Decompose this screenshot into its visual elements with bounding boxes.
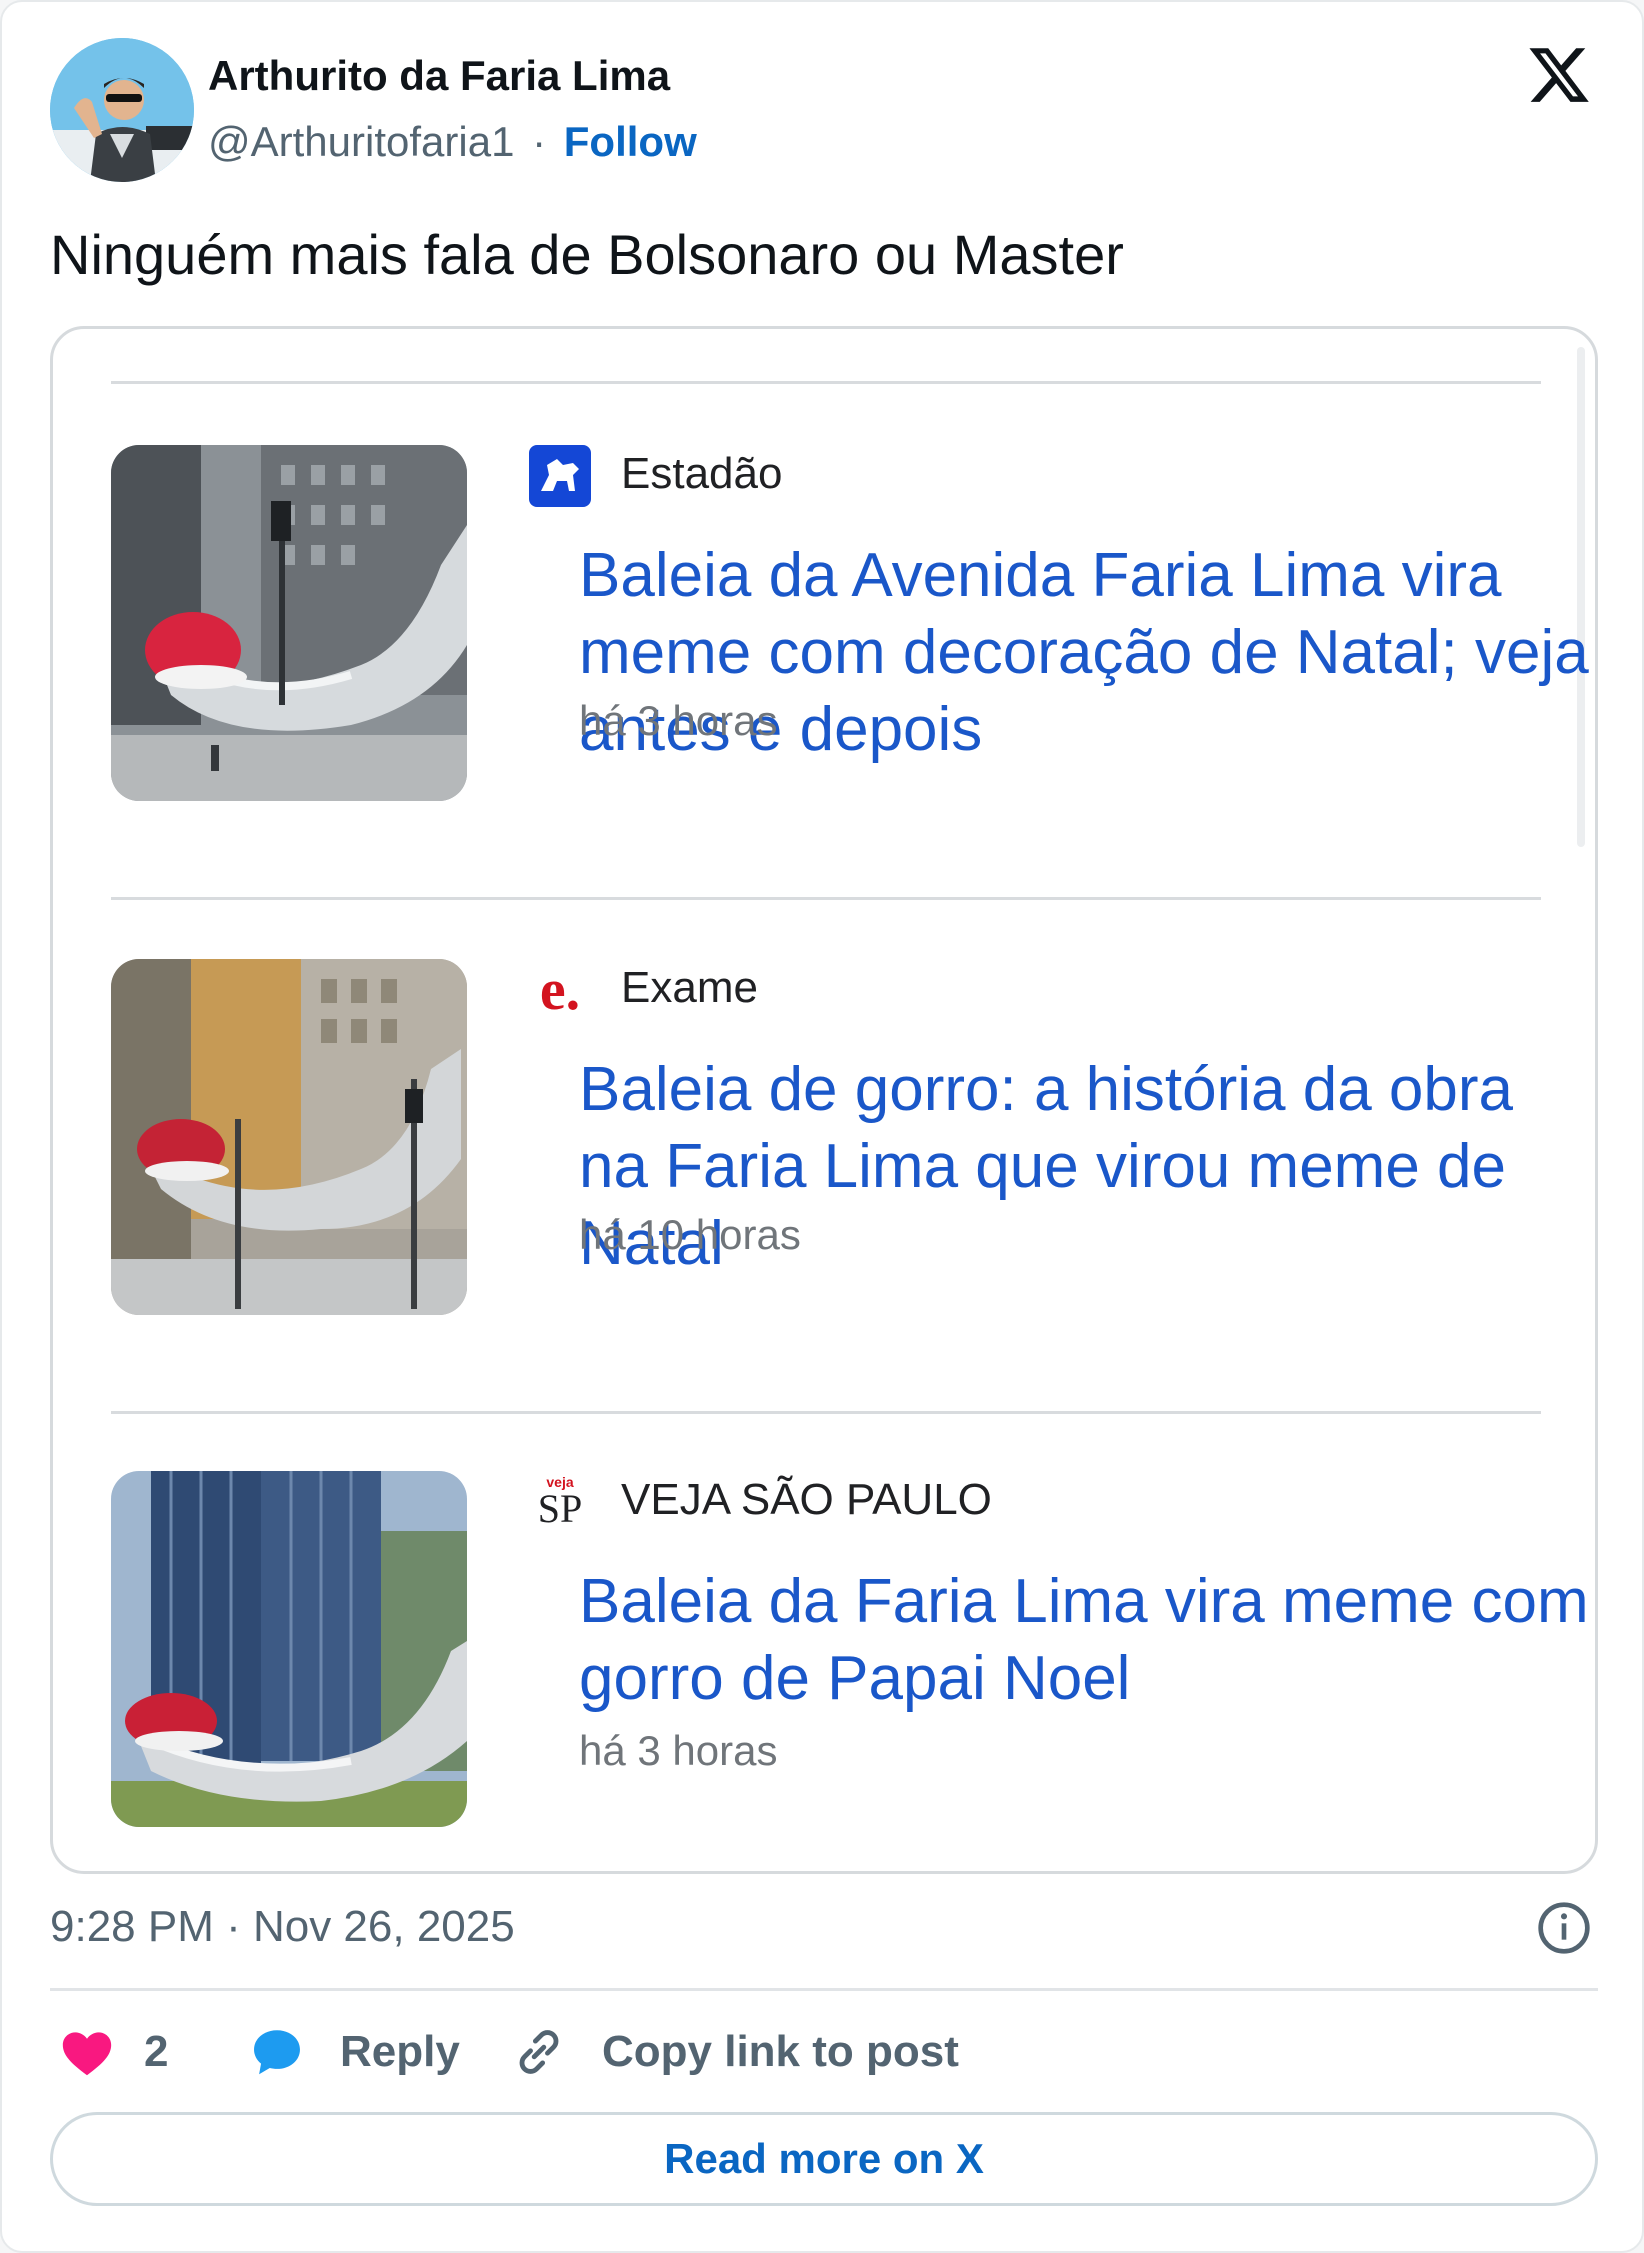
x-logo-icon[interactable]	[1526, 42, 1592, 108]
news-thumbnail-whale	[111, 959, 467, 1315]
source-name: Estadão	[621, 449, 783, 498]
post-image[interactable]: Estadão Baleia da Avenida Faria Lima vir…	[50, 326, 1598, 1874]
read-more-button[interactable]: Read more on X	[50, 2112, 1598, 2206]
news-thumbnail-whale	[111, 445, 467, 801]
author-avatar[interactable]	[50, 38, 194, 182]
exame-logo-text: e.	[539, 957, 581, 1022]
follow-button[interactable]: Follow	[564, 118, 697, 165]
separator-dot: ·	[532, 118, 547, 165]
news-item-exame[interactable]: e. Exame Baleia de gorro: a história da …	[111, 959, 1551, 1319]
source-name: VEJA SÃO PAULO	[621, 1475, 992, 1524]
footer-divider	[50, 1988, 1598, 1991]
embedded-post-card: Arthurito da Faria Lima @Arthuritofaria1…	[0, 0, 1644, 2253]
news-age: há 3 horas	[579, 697, 778, 744]
like-button[interactable]: 2	[58, 2020, 168, 2084]
heart-icon	[62, 2032, 112, 2076]
exame-e-logo-icon: e.	[529, 959, 591, 1021]
reply-button[interactable]: Reply	[248, 2020, 460, 2084]
divider	[111, 381, 1541, 384]
author-handle[interactable]: @Arthuritofaria1	[208, 118, 514, 165]
post-timestamp[interactable]: 9:28 PM · Nov 26, 2025	[50, 1902, 515, 1952]
post-text: Ninguém mais fala de Bolsonaro ou Master	[50, 223, 1124, 286]
news-thumbnail-whale	[111, 1471, 467, 1827]
divider	[111, 1411, 1541, 1414]
link-icon	[519, 2030, 559, 2074]
author-handle-row: @Arthuritofaria1 · Follow	[208, 118, 697, 166]
divider	[111, 897, 1541, 900]
news-age: há 3 horas	[579, 1727, 778, 1774]
copy-link-label: Copy link to post	[602, 2027, 959, 2076]
estadao-horse-logo-icon	[529, 445, 591, 507]
reply-bubble-icon	[254, 2030, 300, 2075]
author-name[interactable]: Arthurito da Faria Lima	[208, 52, 670, 100]
copy-link-button[interactable]: Copy link to post	[510, 2020, 959, 2084]
info-icon[interactable]	[1536, 1900, 1592, 1956]
veja-sp-logo-icon: veja SP	[529, 1471, 591, 1533]
source-name: Exame	[621, 963, 758, 1012]
news-headline[interactable]: Baleia da Faria Lima vira meme com gorro…	[579, 1563, 1589, 1717]
news-item-veja-sp[interactable]: veja SP VEJA SÃO PAULO Baleia da Faria L…	[111, 1471, 1589, 1831]
reply-label: Reply	[340, 2027, 460, 2076]
news-age: há 10 horas	[579, 1211, 801, 1258]
news-item-estadao[interactable]: Estadão Baleia da Avenida Faria Lima vir…	[111, 445, 1589, 805]
like-count: 2	[144, 2027, 169, 2076]
veja-logo-bottom: SP	[537, 1486, 583, 1531]
